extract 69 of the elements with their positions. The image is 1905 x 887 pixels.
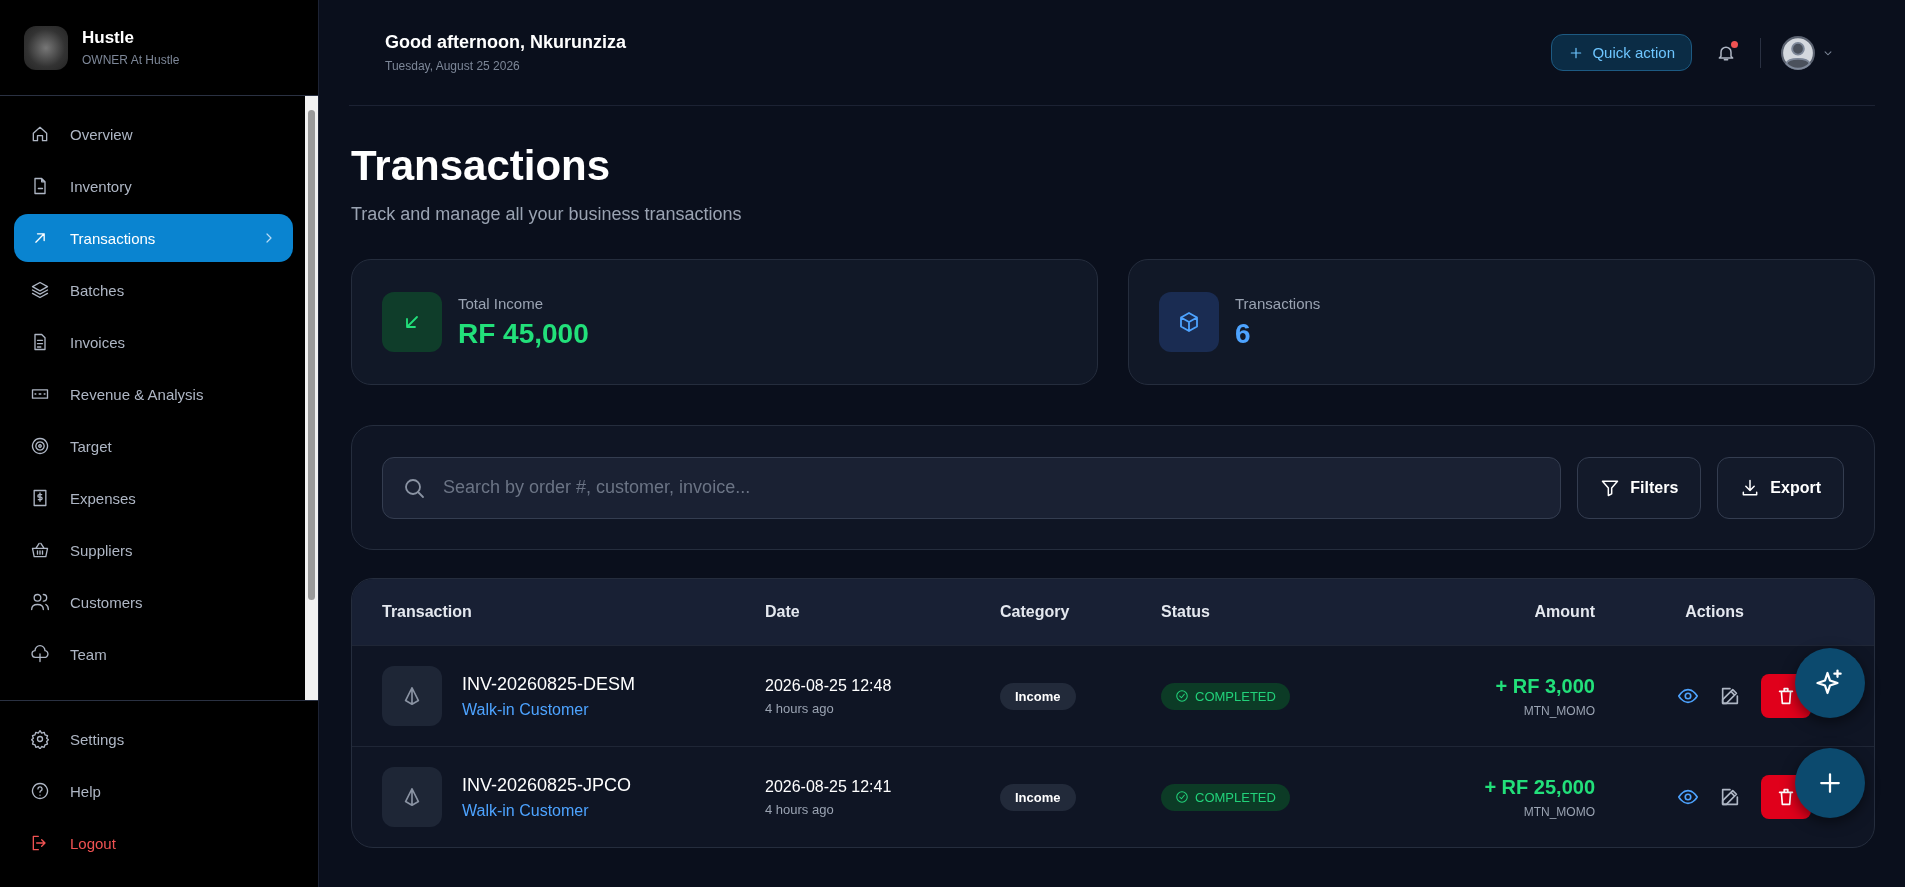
- nav-item[interactable]: Transactions: [14, 214, 293, 262]
- nav-item[interactable]: Team: [14, 630, 293, 678]
- category-tag: Income: [1000, 682, 1076, 710]
- customer-link[interactable]: Walk-in Customer: [462, 700, 636, 719]
- payment-method: MTN_MOMO: [1523, 703, 1595, 718]
- transaction-id: INV-20260825-JPCO: [462, 774, 632, 796]
- column-header: Amount: [1533, 603, 1595, 621]
- nav-item[interactable]: Help: [14, 767, 306, 815]
- nav-item[interactable]: Settings: [14, 715, 306, 763]
- nav-icon: [30, 781, 50, 801]
- transaction-amount: + RF 3,000: [1495, 674, 1595, 698]
- nav-icon: [30, 436, 50, 456]
- brand-role: OWNER At Hustle: [82, 53, 180, 67]
- stat-label: Transactions: [1235, 294, 1321, 312]
- stat-value: RF 45,000: [458, 317, 589, 350]
- nav-item[interactable]: Invoices: [14, 318, 293, 366]
- quick-action-button[interactable]: Quick action: [1551, 34, 1692, 71]
- column-header: Date: [765, 603, 801, 621]
- category-tag: Income: [1000, 783, 1076, 811]
- transaction-amount: + RF 25,000: [1484, 775, 1595, 799]
- column-header: Actions: [1684, 603, 1745, 621]
- nav-icon: [30, 280, 50, 300]
- nav-icon: [30, 644, 50, 664]
- status-badge: COMPLETED: [1161, 783, 1290, 811]
- export-button[interactable]: Export: [1717, 456, 1844, 519]
- edit-button[interactable]: [1719, 685, 1741, 707]
- stat-value: 6: [1235, 317, 1252, 350]
- column-header: Transaction: [382, 603, 473, 621]
- stat-label: Total Income: [458, 294, 545, 312]
- nav-icon: [30, 540, 50, 560]
- current-date: Tuesday, August 25 2026: [385, 59, 521, 73]
- status-badge: COMPLETED: [1161, 682, 1290, 710]
- relative-time: 4 hours ago: [765, 801, 835, 817]
- nav-item[interactable]: Revenue & Analysis: [14, 370, 293, 418]
- brand-name: Hustle: [82, 28, 135, 48]
- customer-link[interactable]: Walk-in Customer: [462, 801, 632, 820]
- nav-icon: [30, 124, 50, 144]
- brand-logo: [24, 25, 68, 70]
- check-circle-icon: [1175, 790, 1189, 804]
- search-field[interactable]: Search by order #, customer, invoice...: [382, 456, 1562, 519]
- payment-method: MTN_MOMO: [1523, 804, 1595, 819]
- cube-icon: [1159, 292, 1219, 352]
- column-header: Category: [1000, 603, 1071, 621]
- nav-item[interactable]: Expenses: [14, 474, 293, 522]
- arrow-down-left-icon: [382, 292, 442, 352]
- nav-icon: [30, 592, 50, 612]
- page-title: Transactions: [351, 142, 612, 190]
- column-header: Status: [1161, 603, 1211, 621]
- nav-item[interactable]: Overview: [14, 110, 293, 158]
- nav-item[interactable]: Customers: [14, 578, 293, 626]
- nav-item[interactable]: Inventory: [14, 162, 293, 210]
- relative-time: 4 hours ago: [765, 700, 835, 716]
- nav-item[interactable]: Suppliers: [14, 526, 293, 574]
- page-subtitle: Track and manage all your business transactions: [351, 204, 743, 225]
- check-circle-icon: [1175, 689, 1189, 703]
- nav-item[interactable]: Target: [14, 422, 293, 470]
- scrollbar[interactable]: [305, 96, 318, 700]
- greeting: Good afternoon, Nkurunziza: [385, 32, 626, 53]
- avatar-icon: [1781, 35, 1815, 70]
- filters-button[interactable]: Filters: [1577, 456, 1702, 519]
- transaction-date: 2026-08-25 12:48: [765, 676, 893, 695]
- nav-item[interactable]: Batches: [14, 266, 293, 314]
- edit-button[interactable]: [1719, 786, 1741, 808]
- edit-icon: [1719, 786, 1741, 808]
- transaction-id: INV-20260825-DESM: [462, 673, 636, 695]
- transaction-date: 2026-08-25 12:41: [765, 777, 893, 796]
- edit-icon: [1719, 685, 1741, 707]
- nav-item[interactable]: Logout: [14, 819, 306, 867]
- nav-icon: [30, 729, 50, 749]
